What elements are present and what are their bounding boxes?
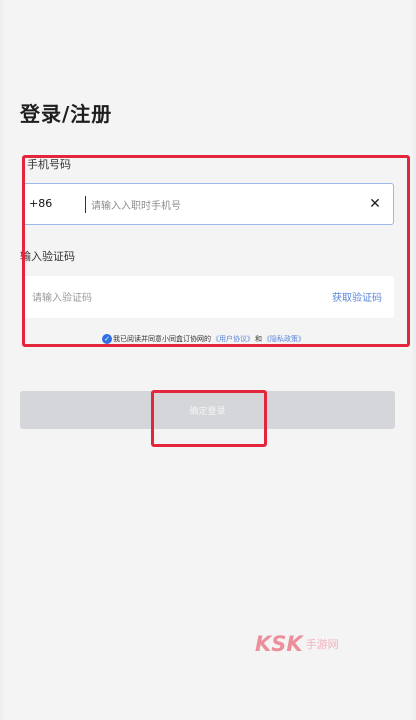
watermark: KSK 手游网 <box>255 630 339 658</box>
page-title: 登录/注册 <box>20 102 113 126</box>
watermark-text: 手游网 <box>305 638 339 651</box>
annotation-highlight-button <box>151 390 267 447</box>
left-edge <box>0 0 3 720</box>
login-page: 登录/注册 手机号码 +86 ✕ 输入验证码 获取验证码 ✓ 我已阅读并同意小同… <box>0 0 416 720</box>
watermark-logo: KSK <box>255 632 303 656</box>
annotation-highlight-form <box>22 155 410 347</box>
